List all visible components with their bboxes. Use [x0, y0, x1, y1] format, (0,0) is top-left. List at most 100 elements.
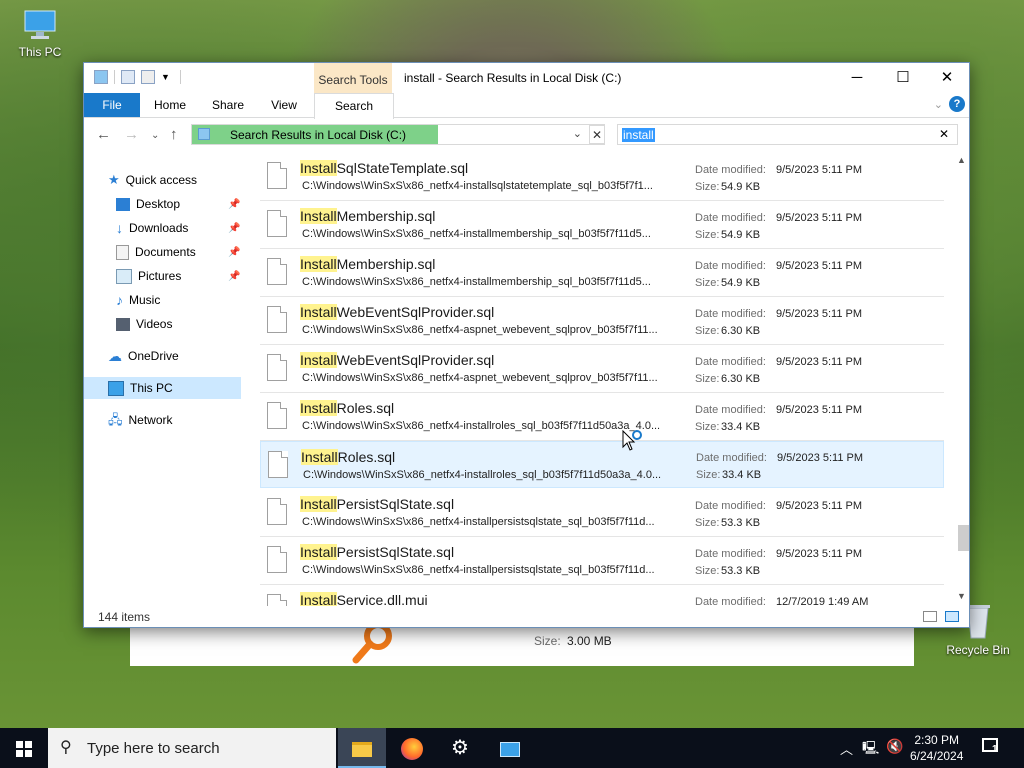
list-item[interactable]: InstallPersistSqlState.sql C:\Windows\Wi… — [260, 489, 944, 537]
file-path: C:\Windows\WinSxS\x86_netfx4-installmemb… — [302, 276, 651, 288]
list-item[interactable]: InstallService.dll.mui Date modified: 12… — [260, 585, 944, 606]
firefox-icon — [401, 738, 423, 761]
volume-muted-icon[interactable]: 🔇 — [886, 738, 903, 755]
start-button[interactable] — [0, 728, 48, 768]
sidebar-item-onedrive[interactable]: ☁ OneDrive — [108, 345, 179, 367]
pin-icon[interactable]: 📌 — [228, 223, 240, 234]
minimize-button[interactable]: ─ — [834, 63, 880, 93]
size-value: 54.9 KB — [721, 229, 761, 241]
folder-icon[interactable] — [94, 70, 108, 84]
clock-date: 6/24/2024 — [910, 749, 964, 763]
list-item[interactable]: InstallWebEventSqlProvider.sql C:\Window… — [260, 345, 944, 393]
search-results-list[interactable]: InstallSqlStateTemplate.sql C:\Windows\W… — [260, 153, 944, 606]
search-input[interactable]: install ✕ — [617, 124, 958, 145]
date-label: Date modified: — [695, 164, 766, 176]
tab-share[interactable]: Share — [204, 93, 252, 117]
date-value: 12/7/2019 1:49 AM — [776, 596, 869, 606]
tab-home[interactable]: Home — [146, 93, 194, 117]
file-icon — [268, 451, 288, 478]
clear-address-icon[interactable]: ✕ — [589, 125, 605, 144]
action-center-button[interactable]: 1 — [980, 736, 1004, 760]
list-item[interactable]: InstallMembership.sql C:\Windows\WinSxS\… — [260, 249, 944, 297]
search-icon: ⚲ — [60, 739, 72, 756]
star-icon: ★ — [108, 172, 120, 187]
scroll-up-icon[interactable]: ▲ — [957, 155, 966, 165]
taskbar-search-box[interactable]: ⚲ Type here to search — [48, 728, 336, 768]
file-icon — [267, 594, 287, 606]
sidebar-item-network[interactable]: 🖧 Network — [108, 409, 173, 431]
pin-icon[interactable]: 📌 — [228, 247, 240, 258]
pin-icon[interactable]: 📌 — [228, 271, 240, 282]
scroll-down-icon[interactable]: ▼ — [957, 591, 966, 601]
forward-arrow-icon[interactable]: → — [124, 126, 139, 143]
taskbar-firefox[interactable] — [388, 728, 436, 768]
tab-view[interactable]: View — [260, 93, 308, 117]
list-item[interactable]: InstallMembership.sql C:\Windows\WinSxS\… — [260, 201, 944, 249]
sidebar-item-quick-access[interactable]: ★ Quick access — [108, 169, 197, 191]
list-item[interactable]: InstallRoles.sql C:\Windows\WinSxS\x86_n… — [260, 441, 944, 488]
file-path: C:\Windows\WinSxS\x86_netfx4-installrole… — [302, 420, 661, 432]
desktop-icon-this-pc[interactable]: This PC — [12, 8, 68, 59]
file-explorer-window[interactable]: ▼ Search Tools install - Search Results … — [83, 62, 970, 628]
file-path: C:\Windows\WinSxS\x86_netfx4-installpers… — [302, 516, 655, 528]
window-app-icon — [500, 741, 520, 757]
scrollbar-thumb[interactable] — [958, 525, 969, 551]
tab-file[interactable]: File — [84, 93, 140, 117]
file-icon — [267, 354, 287, 381]
list-item[interactable]: InstallWebEventSqlProvider.sql C:\Window… — [260, 297, 944, 345]
size-label: Size: — [534, 634, 561, 648]
desktop-icon-label: Recycle Bin — [946, 643, 1010, 657]
chevron-up-icon[interactable]: ︿ — [840, 739, 853, 758]
taskbar-app-window[interactable] — [486, 728, 534, 768]
size-label: Size: — [695, 325, 720, 337]
taskbar-settings[interactable]: ⚙ — [436, 728, 484, 768]
properties-icon[interactable] — [121, 70, 135, 84]
large-icons-view-icon[interactable] — [945, 611, 959, 622]
details-view-icon[interactable] — [923, 611, 937, 622]
date-value: 9/5/2023 5:11 PM — [776, 500, 863, 512]
address-dropdown-icon[interactable]: ⌄ — [573, 127, 582, 140]
sidebar-item-documents[interactable]: Documents — [116, 241, 196, 263]
desktop-icon — [116, 197, 130, 211]
title-bar[interactable]: ▼ Search Tools install - Search Results … — [84, 63, 969, 93]
help-button[interactable]: ? — [949, 96, 965, 112]
size-value: 6.30 KB — [721, 325, 761, 337]
picture-icon — [116, 268, 132, 284]
download-arrow-icon: ↓ — [116, 220, 123, 236]
sidebar-item-this-pc[interactable]: This PC — [84, 377, 241, 399]
sidebar-item-music[interactable]: ♪ Music — [116, 289, 160, 311]
recent-locations-chevron-icon[interactable]: ⌄ — [151, 130, 159, 141]
vertical-scrollbar[interactable]: ▲ ▼ — [954, 153, 970, 606]
network-tray-icon[interactable]: 🖳 — [862, 739, 879, 761]
pin-icon[interactable]: 📌 — [228, 199, 240, 210]
size-value: 54.9 KB — [721, 277, 761, 289]
tab-search[interactable]: Search — [314, 93, 394, 119]
taskbar-file-explorer[interactable] — [338, 728, 386, 768]
date-label: Date modified: — [695, 212, 766, 224]
film-icon — [116, 317, 130, 331]
chevron-down-icon[interactable]: ▼ — [161, 72, 170, 82]
monitor-icon — [108, 380, 124, 396]
size-label: Size: — [695, 517, 720, 529]
list-item[interactable]: InstallRoles.sql C:\Windows\WinSxS\x86_n… — [260, 393, 944, 441]
list-item[interactable]: InstallSqlStateTemplate.sql C:\Windows\W… — [260, 153, 944, 201]
up-arrow-icon[interactable]: ↑ — [170, 126, 178, 143]
date-label: Date modified: — [696, 452, 767, 464]
sidebar-item-downloads[interactable]: ↓ Downloads — [116, 217, 188, 239]
sidebar-item-pictures[interactable]: Pictures — [116, 265, 181, 287]
back-arrow-icon[interactable]: ← — [96, 126, 111, 143]
file-name: InstallSqlStateTemplate.sql — [300, 160, 469, 176]
file-name: InstallPersistSqlState.sql — [300, 544, 455, 560]
size-label: Size: — [695, 277, 720, 289]
clear-search-icon[interactable]: ✕ — [939, 127, 949, 141]
file-path: C:\Windows\WinSxS\x86_netfx4-aspnet_webe… — [302, 324, 658, 336]
sidebar-item-videos[interactable]: Videos — [116, 313, 172, 335]
new-folder-icon[interactable] — [141, 70, 155, 84]
maximize-button[interactable]: ☐ — [880, 63, 926, 93]
list-item[interactable]: InstallPersistSqlState.sql C:\Windows\Wi… — [260, 537, 944, 585]
sidebar-item-desktop[interactable]: Desktop — [116, 193, 240, 215]
system-clock[interactable]: 2:30 PM 6/24/2024 — [910, 732, 963, 764]
close-button[interactable]: ✕ — [924, 63, 970, 93]
address-bar[interactable]: Search Results in Local Disk (C:) ⌄ — [191, 124, 605, 145]
ribbon-expand-icon[interactable]: ⌄ — [934, 98, 943, 111]
